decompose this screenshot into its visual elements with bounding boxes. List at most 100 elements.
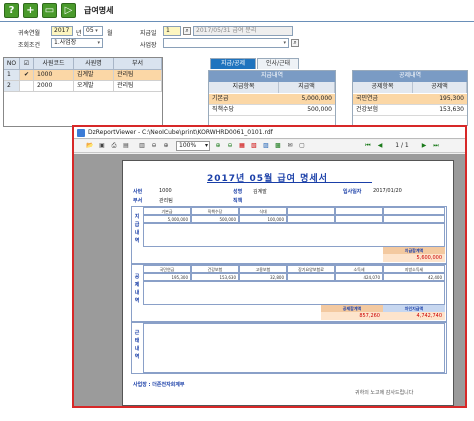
deduct-value: 424,070: [335, 273, 383, 281]
report-page: 2017년 05월 급여 명세서 사번 1000 성명 김계발 입사일자 201…: [122, 160, 454, 406]
title-underline: [207, 182, 372, 183]
chevron-down-icon: ▾: [204, 142, 208, 149]
year-input[interactable]: 2017: [51, 26, 73, 36]
workplace-select[interactable]: ▾: [163, 38, 289, 48]
row-checkbox[interactable]: ✔: [20, 70, 34, 81]
deduct-total-label: 공제합계액: [321, 305, 383, 312]
window-title: 급여명세: [84, 6, 114, 15]
deduction-row[interactable]: 건강보험 153,630: [353, 105, 467, 116]
deduct-side-label: 공제내역: [134, 274, 140, 304]
payment-col-item: 지급항목: [209, 82, 279, 93]
pay-value: 5,000,000: [143, 215, 191, 223]
pay-value: [287, 215, 335, 223]
deduct-value: 42,400: [383, 273, 445, 281]
deduct-item: 고용보험: [239, 265, 287, 273]
grid-header-name: 사원명: [74, 58, 114, 70]
deduct-empty-rows: [143, 281, 445, 305]
help-button[interactable]: ?: [4, 3, 19, 18]
viewer-title: DzReportViewer - C:\NeoICube\print\KORWH…: [88, 129, 273, 136]
pay-total-value: 5,600,000: [383, 254, 445, 262]
grid-header-code: 사원코드: [34, 58, 74, 70]
pay-desc-field: 2017/05/31 급여 분리: [193, 26, 293, 36]
name-value: 김계발: [253, 189, 267, 195]
grid-header-check[interactable]: ☑: [20, 58, 34, 70]
excel-icon[interactable]: ▩: [274, 142, 282, 150]
payment-item: 기본급: [212, 95, 229, 102]
payment-row[interactable]: 직책수당 500,000: [209, 105, 335, 116]
year-month-label: 귀속연월: [18, 30, 41, 37]
pay-seq-input[interactable]: 1: [163, 26, 181, 36]
emp-no-value: 1000: [159, 188, 172, 194]
zoom-in-icon[interactable]: ⊕: [162, 142, 170, 150]
employee-grid: NO ☑ 사원코드 사원명 부서 1 ✔ 1000 김계발 관리팀 2 2000…: [3, 57, 163, 127]
search-icon[interactable]: ⌕: [291, 39, 299, 47]
fit-icon[interactable]: ⊕: [214, 142, 222, 150]
pay-value: [335, 215, 383, 223]
mail-icon[interactable]: ✉: [286, 142, 294, 150]
pay-item: 식대: [239, 207, 287, 215]
page-setup-icon[interactable]: ▥: [138, 142, 146, 150]
company-label: 사업장 : 더존전자회계부: [133, 382, 185, 388]
deduction-section-title: 공제내역: [353, 71, 467, 82]
deduct-value: 32,800: [239, 273, 287, 281]
print-icon[interactable]: ⎙: [110, 142, 118, 150]
play-button[interactable]: ▷: [61, 3, 76, 18]
next-page-icon[interactable]: ▶: [420, 142, 428, 150]
tab-hr-attendance[interactable]: 인사/근태: [257, 58, 299, 69]
payment-panel: 지급내역 지급항목 지급액 기본급 5,000,000 직책수당 500,000: [208, 70, 336, 126]
pay-item: [335, 207, 383, 215]
row-dept: 관리팀: [114, 81, 162, 92]
report-canvas: 2017년 05월 급여 명세서 사번 1000 성명 김계발 입사일자 201…: [74, 154, 465, 406]
month-value: 05: [86, 27, 94, 34]
pay-value: 500,000: [191, 215, 239, 223]
payment-row[interactable]: 기본급 5,000,000: [209, 94, 335, 105]
screen-button[interactable]: ▭: [42, 3, 57, 18]
deduction-row[interactable]: 국민연금 195,300: [353, 94, 467, 105]
attend-side-label: 근태내역: [134, 330, 140, 360]
prev-page-icon[interactable]: ◀: [376, 142, 384, 150]
chevron-down-icon: ▾: [97, 40, 100, 46]
row-no: 2: [4, 81, 20, 92]
year-unit: 년: [76, 30, 82, 37]
month-select[interactable]: 05 ▾: [83, 26, 103, 36]
pay-empty-rows: [143, 223, 445, 247]
pay-item: 직책수당: [191, 207, 239, 215]
payment-amount: 500,000: [307, 106, 332, 113]
save-icon[interactable]: ▣: [98, 142, 106, 150]
condition-select[interactable]: 1.사업장 ▾: [51, 38, 103, 48]
row-code: 2000: [34, 81, 74, 92]
tab-pay-deduct[interactable]: 지급/공제: [210, 58, 256, 69]
deduct-value: 153,630: [191, 273, 239, 281]
chevron-down-icon: ▾: [283, 40, 286, 46]
payment-section-title: 지급내역: [209, 71, 335, 82]
add-button[interactable]: +: [23, 3, 38, 18]
deduct-item: 건강보험: [191, 265, 239, 273]
zoom-select[interactable]: 100% ▾: [176, 141, 210, 151]
zoom-out-icon[interactable]: ⊖: [150, 142, 158, 150]
first-page-icon[interactable]: ⏮: [364, 142, 372, 150]
condition-label: 조회조건: [18, 42, 41, 49]
condition-value: 1.사업장: [54, 39, 77, 46]
row-checkbox[interactable]: [20, 81, 34, 92]
net-pay-value: 4,742,740: [383, 312, 445, 320]
open-icon[interactable]: 📂: [86, 142, 94, 150]
deduct-item: 국민연금: [143, 265, 191, 273]
pay-side-label: 지급내역: [134, 214, 140, 244]
close-icon[interactable]: ▢: [298, 142, 306, 150]
deduction-col-item: 공제항목: [353, 82, 413, 93]
search-icon[interactable]: ⌕: [183, 27, 191, 35]
deduction-amount: 153,630: [439, 106, 464, 113]
grid-header-no: NO: [4, 58, 20, 70]
export-icon[interactable]: ▧: [250, 142, 258, 150]
last-page-icon[interactable]: ⏭: [432, 142, 440, 150]
pay-item: [287, 207, 335, 215]
pdf-icon[interactable]: ▦: [238, 142, 246, 150]
deduct-value: 195,300: [143, 273, 191, 281]
word-icon[interactable]: ▨: [262, 142, 270, 150]
hire-date-label: 입사일자: [343, 189, 362, 195]
footer-note: 귀하의 노고에 감사드립니다: [355, 390, 414, 396]
fit-width-icon[interactable]: ⊖: [226, 142, 234, 150]
app-icon: [77, 129, 85, 137]
print-preview-icon[interactable]: ▤: [122, 142, 130, 150]
deduction-col-amount: 공제액: [413, 82, 467, 93]
